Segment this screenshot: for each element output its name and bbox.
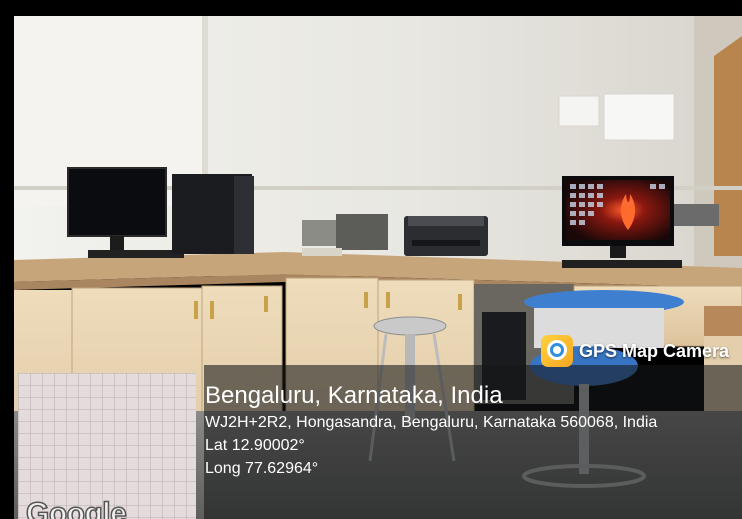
geotag-overlay: Google GPS Map Camera Bengaluru, Karnata…	[14, 335, 742, 519]
printer-top	[408, 216, 484, 226]
monitor-stand	[610, 246, 626, 258]
printer-slot	[412, 240, 480, 246]
wall-paper-note	[558, 95, 600, 127]
cabinet-handle	[386, 292, 390, 308]
lab-device	[336, 214, 388, 250]
cabinet-handle	[210, 301, 214, 319]
map-logo: Google	[25, 496, 127, 519]
app-name: GPS Map Camera	[579, 340, 730, 361]
latitude-text: Lat 12.90002°	[205, 437, 305, 454]
cpu-front-panel	[234, 176, 254, 254]
switch-board	[674, 204, 719, 226]
keyboard	[88, 250, 184, 258]
computer-monitor	[67, 167, 167, 237]
location-title: Bengaluru, Karnataka, India	[205, 382, 503, 409]
desk-edge	[704, 306, 742, 336]
keyboard	[562, 260, 682, 268]
mini-map: Google	[18, 373, 196, 519]
gps-map-camera-icon	[541, 335, 573, 367]
cabinet-handle	[364, 292, 368, 308]
wall-paper-note	[603, 93, 675, 141]
cabinet-handle	[264, 296, 268, 312]
location-details: Bengaluru, Karnataka, India WJ2H+2R2, Ho…	[205, 381, 740, 480]
location-address: WJ2H+2R2, Hongasandra, Bengaluru, Karnat…	[205, 414, 658, 431]
longitude-text: Long 77.62964°	[205, 460, 319, 477]
cabinet-handle	[194, 301, 198, 319]
monitor-stand	[110, 236, 124, 250]
metal-stool-seat	[373, 316, 447, 336]
app-badge: GPS Map Camera	[541, 333, 729, 369]
lab-device-tray	[302, 248, 342, 256]
photo-frame: Google GPS Map Camera Bengaluru, Karnata…	[0, 0, 742, 519]
cabinet-handle	[458, 294, 462, 310]
location-pin-icon	[553, 346, 561, 354]
